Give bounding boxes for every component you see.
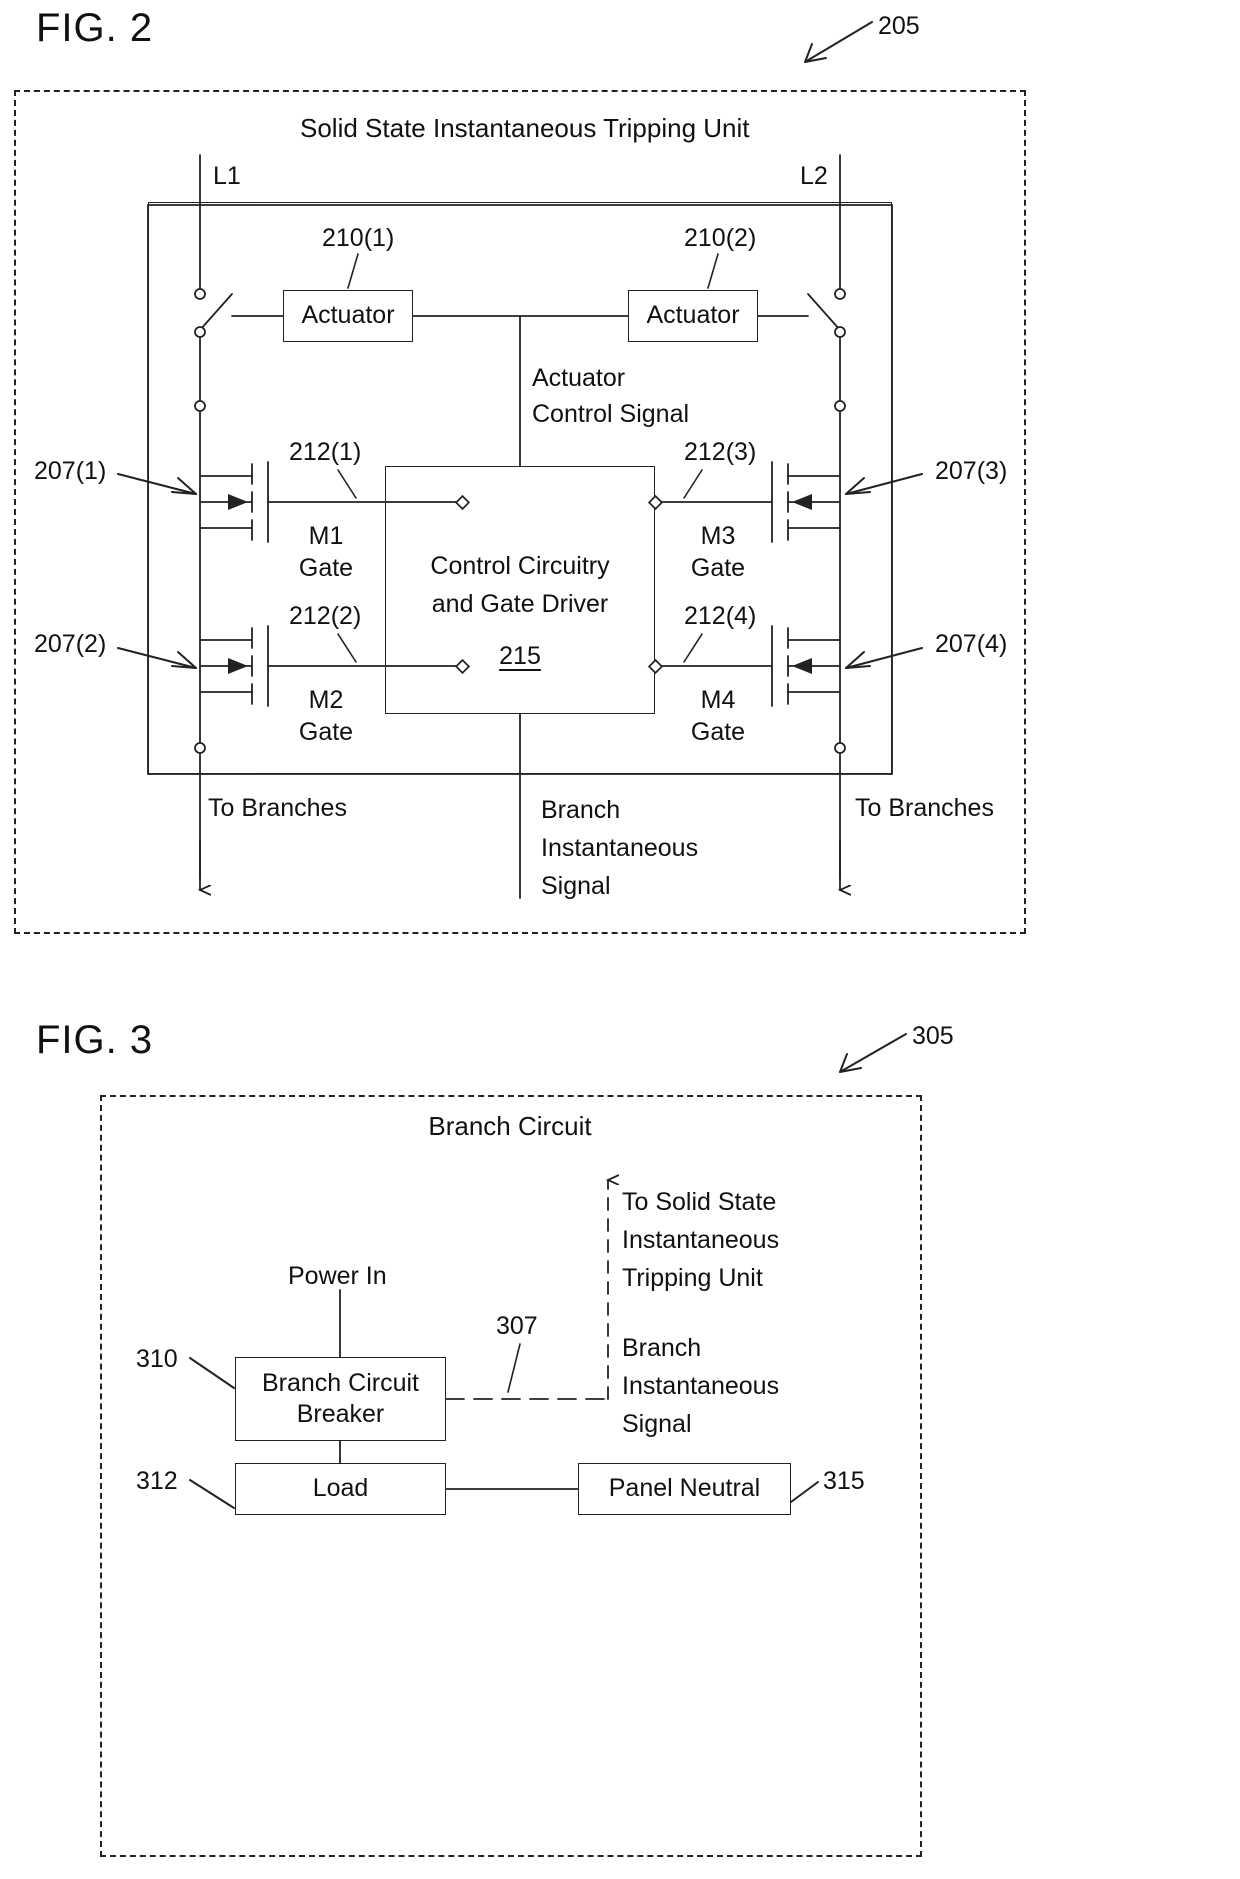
line-label-l2: L2 (800, 162, 828, 190)
actuator-control-signal-label-line1: Actuator (532, 364, 626, 392)
actuator-1-reference: 210(1) (322, 224, 395, 252)
m3-gate-label-line2: Gate (690, 554, 746, 582)
to-branches-left-label: To Branches (208, 794, 347, 822)
actuator-2-reference: 210(2) (684, 224, 757, 252)
fig3-branch-signal-line2: Instantaneous (622, 1372, 780, 1400)
fig3-branch-signal-line3: Signal (622, 1410, 692, 1438)
fig3-branch-signal-line1: Branch (622, 1334, 702, 1362)
actuator-2-box: Actuator (628, 290, 758, 342)
breaker-label-line2: Breaker (296, 1400, 385, 1428)
m4-gate-label-line1: M4 (700, 686, 736, 714)
branch-instantaneous-signal-line1: Branch (541, 796, 621, 824)
mosfet-207-2-reference: 207(2) (34, 630, 107, 658)
figure-2-reference-number: 205 (878, 12, 920, 40)
power-in-label: Power In (288, 1262, 387, 1290)
branch-circuit-boundary (100, 1095, 922, 1857)
m4-gate-label-line2: Gate (690, 718, 746, 746)
m1-gate-label-line1: M1 (308, 522, 344, 550)
figure-2-title: Solid State Instantaneous Tripping Unit (300, 113, 750, 143)
breaker-label-line1: Branch Circuit (262, 1368, 419, 1397)
breaker-310-reference: 310 (136, 1345, 178, 1373)
patent-drawing-sheet: FIG. 2 205 Solid State Instantaneous Tri… (0, 0, 1240, 1879)
gate-212-3-reference: 212(3) (684, 438, 757, 466)
control-circuitry-reference: 215 (499, 642, 541, 670)
mosfet-207-1-reference: 207(1) (34, 457, 107, 485)
branch-instantaneous-signal-line2: Instantaneous (541, 834, 699, 862)
gate-212-2-reference: 212(2) (289, 602, 362, 630)
line-label-l1: L1 (213, 162, 241, 190)
actuator-1-box: Actuator (283, 290, 413, 342)
figure-3-title: Branch Circuit (428, 1111, 592, 1141)
branch-instantaneous-signal-line3: Signal (541, 872, 611, 900)
m1-gate-label-line2: Gate (298, 554, 354, 582)
control-circuitry-label-line1: Control Circuitry (430, 552, 610, 580)
mosfet-207-4-reference: 207(4) (935, 630, 1008, 658)
mosfet-207-3-reference: 207(3) (935, 457, 1008, 485)
load-box: Load (235, 1463, 446, 1515)
actuator-control-signal-label-line2: Control Signal (532, 400, 690, 428)
load-312-reference: 312 (136, 1467, 178, 1495)
m2-gate-label-line2: Gate (298, 718, 354, 746)
panel-neutral-box: Panel Neutral (578, 1463, 791, 1515)
control-circuitry-label-line2: and Gate Driver (431, 590, 609, 618)
branch-circuit-breaker-box: Branch Circuit Breaker (235, 1357, 446, 1441)
to-tripping-unit-line2: Instantaneous (622, 1226, 780, 1254)
m3-gate-label-line1: M3 (700, 522, 736, 550)
figure-3-label: FIG. 3 (36, 1018, 154, 1062)
to-tripping-unit-line1: To Solid State (622, 1188, 777, 1216)
gate-212-4-reference: 212(4) (684, 602, 757, 630)
figure-3-reference-number: 305 (912, 1022, 954, 1050)
gate-212-1-reference: 212(1) (289, 438, 362, 466)
signal-307-reference: 307 (496, 1312, 538, 1340)
to-branches-right-label: To Branches (855, 794, 994, 822)
figure-2-label: FIG. 2 (36, 6, 154, 50)
to-tripping-unit-line3: Tripping Unit (622, 1264, 763, 1292)
m2-gate-label-line1: M2 (308, 686, 344, 714)
panel-neutral-315-reference: 315 (823, 1467, 865, 1495)
